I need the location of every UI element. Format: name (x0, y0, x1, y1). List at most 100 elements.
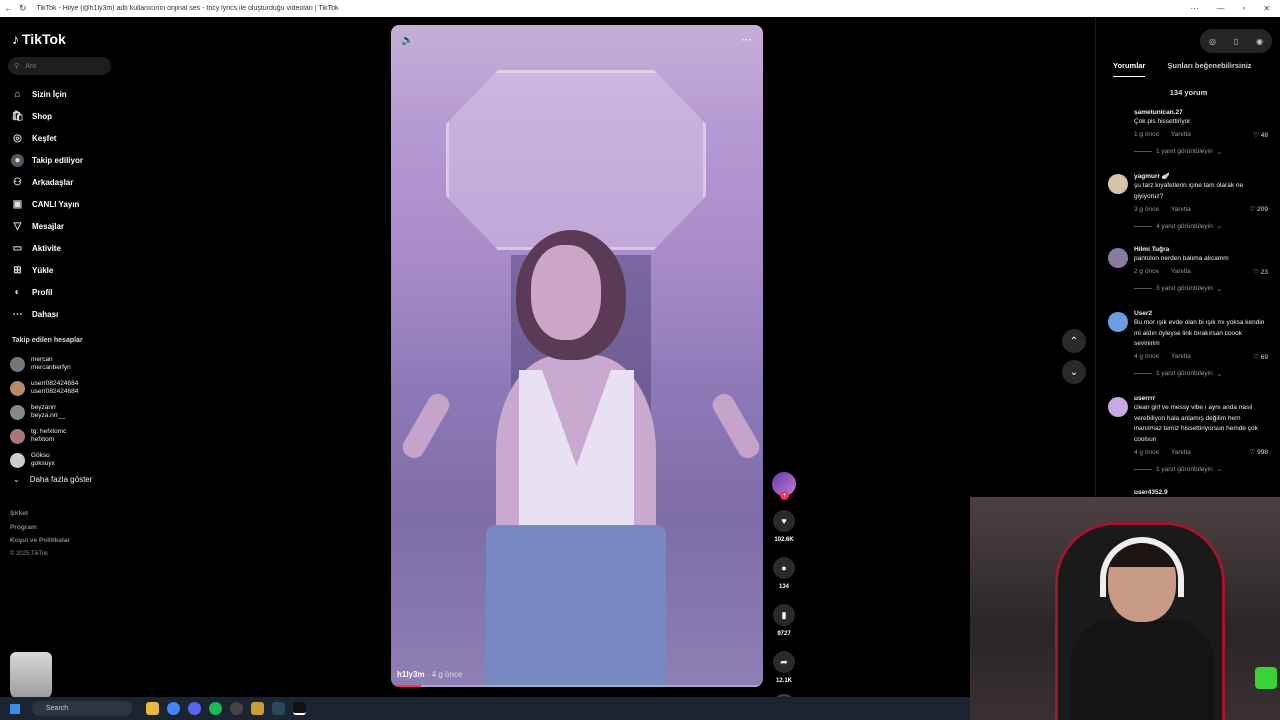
following-item[interactable]: userr082424684 userr082424684 (10, 376, 78, 400)
view-replies-button[interactable]: 1 yanıt görüntüleyin ⌄ (1134, 465, 1268, 473)
chevron-down-icon: ⌄ (1216, 148, 1223, 156)
comment-user[interactable]: User2 (1134, 310, 1268, 317)
comment-like-button[interactable]: ♡ 69 (1253, 353, 1268, 361)
share-count: 12.1K (775, 678, 792, 684)
sidebar-item-yukle[interactable]: ⊞ Yükle (11, 259, 83, 281)
comment-user[interactable]: user4352.9 (1134, 489, 1268, 496)
avatar[interactable] (1108, 111, 1128, 131)
view-replies-button[interactable]: 1 yanıt görüntüleyin ⌄ (1134, 370, 1268, 378)
chevron-up-icon: ⌃ (1069, 335, 1079, 347)
maximize-icon[interactable]: ▫ (1242, 4, 1245, 13)
comment-icon: ● (773, 557, 795, 579)
comment-text: Çok pis hissettiriyor (1134, 118, 1191, 125)
previous-video-button[interactable]: ⌃ (1062, 329, 1086, 353)
footer-link[interactable]: Program (10, 521, 70, 535)
show-more-button[interactable]: ⌄ Daha fazla göster (13, 475, 92, 484)
upload-icon: ⊞ (13, 264, 22, 276)
tab-comments[interactable]: Yorumlar (1113, 61, 1146, 77)
file-explorer-icon[interactable] (146, 702, 159, 715)
avatar[interactable] (1108, 248, 1128, 268)
windows-start-icon[interactable] (10, 703, 20, 714)
view-replies-button[interactable]: 1 yanıt görüntüleyin ⌄ (1134, 148, 1268, 156)
comment-like-button[interactable]: ♡ 998 (1250, 448, 1269, 456)
sidebar-item-mesajlar[interactable]: ▽ Mesajlar (11, 215, 83, 237)
window-title: TikTok - Hilye (@h1ly3m) adlı kullanıcın… (36, 5, 339, 12)
steam-icon[interactable] (272, 702, 285, 715)
search-input[interactable]: ⚲ Ara (8, 57, 111, 75)
comment-button[interactable]: ● 134 (771, 557, 797, 590)
volume-icon[interactable]: 🔊 (401, 35, 413, 46)
minimize-icon[interactable]: — (1216, 4, 1224, 13)
save-button[interactable]: ▮ 9727 (771, 604, 797, 637)
sidebar-item-takip[interactable]: ● Takip ediliyor (11, 149, 83, 171)
like-button[interactable]: ♥ 102.6K (771, 510, 797, 543)
bookmark-icon: ▮ (773, 604, 795, 626)
tiktok-app-icon[interactable] (293, 702, 306, 715)
discord-icon[interactable] (188, 702, 201, 715)
sidebar-item-kesfet[interactable]: ◎ Keşfet (11, 127, 83, 149)
comment-user[interactable]: userrrr (1134, 395, 1268, 402)
tab-suggestions[interactable]: Şunları beğenebilirsiniz (1167, 61, 1251, 77)
following-item[interactable]: tg: hefxtomc hefxtom (10, 424, 78, 448)
sidebar-menu: ⌂ Sizin İçin 🛍 Shop ◎ Keşfet ● Takip ediliyo… (11, 83, 83, 325)
avatar[interactable] (1108, 397, 1128, 417)
save-count: 9727 (777, 631, 791, 637)
spotify-icon[interactable] (209, 702, 222, 715)
comment-count-label: 134 yorum (1169, 88, 1208, 97)
comment-user[interactable]: yagmurr 🪽 (1134, 172, 1268, 180)
following-item[interactable]: Göksu goksuyx (10, 448, 78, 472)
sidebar-item-profil[interactable]: ◐ Profil (11, 281, 83, 303)
sidebar-item-shop[interactable]: 🛍 Shop (11, 105, 83, 127)
sidebar-item-sizin-icin[interactable]: ⌂ Sizin İçin (11, 83, 83, 105)
reload-icon[interactable]: ↻ (19, 3, 27, 14)
comment-like-button[interactable]: ♡ 23 (1253, 268, 1268, 276)
chevron-down-icon: ⌄ (1216, 466, 1223, 473)
comment-like-button[interactable]: ♡ 209 (1250, 205, 1269, 213)
app-icon[interactable] (251, 702, 264, 715)
share-button[interactable]: ➦ 12.1K (771, 651, 797, 684)
user-avatar-icon[interactable]: ◉ (1256, 37, 1263, 46)
view-replies-button[interactable]: 4 yanıt görüntüleyin ⌄ (1134, 222, 1268, 230)
sidebar-item-canli[interactable]: ▣ CANLI Yayın (11, 193, 83, 215)
sidebar-item-arkadaslar[interactable]: ⚇ Arkadaşlar (11, 171, 83, 193)
compass-icon[interactable]: ◎ (1209, 37, 1216, 46)
author-avatar[interactable]: + (772, 472, 796, 500)
chrome-icon[interactable] (167, 702, 180, 715)
sidebar-item-aktivite[interactable]: ▭ Aktivite (11, 237, 83, 259)
following-item[interactable]: mercan mercanberfyn (10, 352, 78, 376)
reply-button[interactable]: Yanıtla (1171, 449, 1191, 456)
browser-titlebar: ← ↻ TikTok - Hilye (@h1ly3m) adlı kullan… (0, 0, 1280, 17)
phone-icon[interactable]: ▯ (1234, 37, 1238, 46)
video-progress-bar[interactable] (391, 685, 763, 687)
reply-button[interactable]: Yanıtla (1171, 353, 1191, 360)
friends-icon: ⚇ (13, 176, 22, 188)
reply-button[interactable]: Yanıtla (1171, 206, 1191, 213)
close-icon[interactable]: ✕ (1263, 4, 1270, 13)
video-author[interactable]: h1ly3m (397, 670, 425, 679)
comment-user[interactable]: sametunlcan.27 (1134, 109, 1268, 116)
reply-button[interactable]: Yanıtla (1171, 268, 1191, 275)
back-icon[interactable]: ← (4, 3, 13, 14)
menu-dots-icon[interactable]: ⋯ (1190, 4, 1198, 13)
taskbar-search[interactable]: Search (32, 701, 132, 716)
footer-link[interactable]: Şirket (10, 507, 70, 521)
video-actions: + ♥102.6K ●134 ▮9727 ➦12.1K tncy (771, 472, 797, 716)
avatar[interactable] (1108, 312, 1128, 332)
follow-plus-icon[interactable]: + (780, 491, 789, 500)
next-video-button[interactable]: ⌄ (1062, 360, 1086, 384)
view-replies-button[interactable]: 3 yanıt görüntüleyin ⌄ (1134, 285, 1268, 293)
sidebar-item-dahasi[interactable]: ⋯ Dahası (11, 303, 83, 325)
reply-button[interactable]: Yanıtla (1171, 131, 1191, 138)
comment-like-button[interactable]: ♡ 48 (1253, 131, 1268, 139)
more-options-icon[interactable]: ⋯ (741, 33, 753, 46)
following-item[interactable]: beyzanrr beyza.nrr__ (10, 400, 78, 424)
tiktok-logo[interactable]: ♪ TikTok (12, 31, 66, 47)
obs-icon[interactable] (230, 702, 243, 715)
video-player[interactable]: 🔊 ⋯ h1ly3m · 4 g önce (391, 25, 763, 687)
comment-user[interactable]: Hilmi Tuğra (1134, 246, 1268, 253)
activity-icon: ▭ (12, 242, 23, 254)
heart-icon: ♥ (773, 510, 795, 532)
search-placeholder: Ara (25, 62, 37, 70)
avatar[interactable] (1108, 174, 1128, 194)
footer-link[interactable]: Koşul ve Politikalar (10, 534, 70, 548)
